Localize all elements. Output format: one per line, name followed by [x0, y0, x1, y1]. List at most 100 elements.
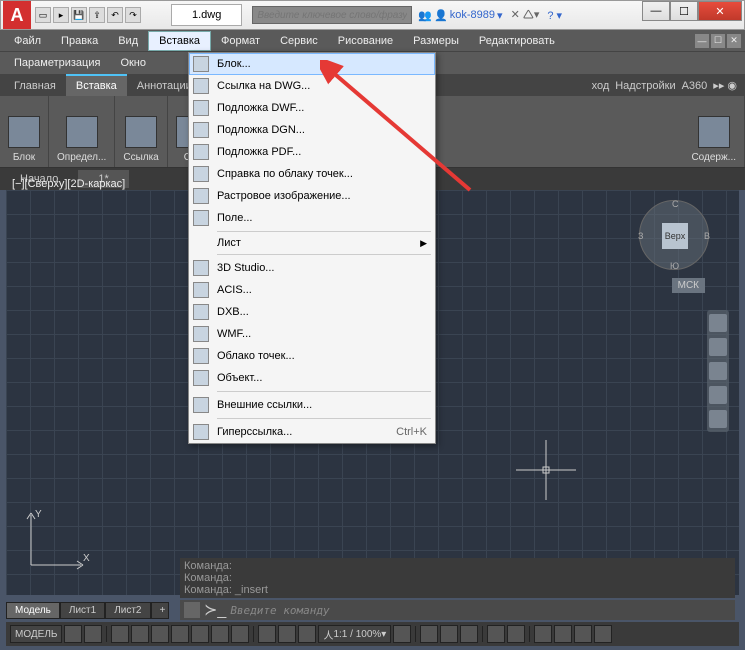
sb-lineweight-icon[interactable]	[258, 625, 276, 643]
sb-model-button[interactable]: МОДЕЛЬ	[10, 625, 62, 643]
sb-cycle-icon[interactable]	[298, 625, 316, 643]
viewcube-west[interactable]: З	[638, 231, 643, 241]
menu-item-block[interactable]: Блок...	[189, 53, 435, 75]
ribbon-panel-content[interactable]: Содерж...	[683, 96, 745, 167]
viewcube-east[interactable]: В	[704, 231, 710, 241]
menu-item-dxb[interactable]: DXB...	[189, 301, 435, 323]
sb-iso-icon[interactable]	[171, 625, 189, 643]
sb-lock-icon[interactable]	[507, 625, 525, 643]
sb-otrack-icon[interactable]	[231, 625, 249, 643]
ribbon-tab-insert[interactable]: Вставка	[66, 74, 127, 96]
doc-restore-icon[interactable]: ☐	[711, 34, 725, 48]
ribbon-panel-define[interactable]: Определ...	[49, 96, 115, 167]
menu-item-raster-image[interactable]: Растровое изображение...	[189, 185, 435, 207]
close-button[interactable]: ✕	[698, 1, 742, 21]
viewcube-top-face[interactable]: Верх	[662, 223, 688, 249]
doc-close-icon[interactable]: ✕	[727, 34, 741, 48]
menu-insert[interactable]: Вставка	[148, 31, 211, 51]
help-icon[interactable]: ? ▾	[547, 9, 562, 22]
sb-scale[interactable]: 人 1:1 / 100% ▾	[318, 625, 391, 643]
menu-dimensions[interactable]: Размеры	[403, 32, 469, 50]
menu-item-pdf-underlay[interactable]: Подложка PDF...	[189, 141, 435, 163]
ribbon-tab-home[interactable]: Главная	[4, 76, 66, 96]
viewcube[interactable]: Верх С Ю В З	[639, 200, 709, 270]
menu-modify[interactable]: Редактировать	[469, 32, 565, 50]
minimize-button[interactable]: —	[642, 1, 670, 21]
menu-item-pointcloud[interactable]: Облако точек...	[189, 345, 435, 367]
viewcube-coord-sys[interactable]: МСК	[672, 278, 705, 293]
menu-item-pointcloud-ref[interactable]: Справка по облаку точек...	[189, 163, 435, 185]
nav-wheel-icon[interactable]	[709, 314, 727, 332]
sb-clean-icon[interactable]	[574, 625, 592, 643]
sb-workspace-icon[interactable]	[420, 625, 438, 643]
qat-open-icon[interactable]: ▸	[53, 7, 69, 23]
menu-item-dwg-ref[interactable]: Ссылка на DWG...	[189, 75, 435, 97]
ribbon-panel-xref[interactable]: Ссылка	[115, 96, 167, 167]
menu-draw[interactable]: Рисование	[328, 32, 403, 50]
ribbon-tab-a360[interactable]: A360	[682, 80, 708, 92]
tab-layout2[interactable]: Лист2	[105, 602, 150, 619]
ribbon-panel-block[interactable]: Блок	[0, 96, 49, 167]
qat-save-icon[interactable]: 💾	[71, 7, 87, 23]
nav-orbit-icon[interactable]	[709, 386, 727, 404]
menu-item-object[interactable]: Объект...	[189, 367, 435, 389]
app-logo[interactable]: A	[3, 1, 31, 29]
menu-item-field[interactable]: Поле...	[189, 207, 435, 229]
ucs-icon[interactable]: X Y	[21, 505, 91, 575]
maximize-button[interactable]: ☐	[670, 1, 698, 21]
nav-zoom-icon[interactable]	[709, 362, 727, 380]
tab-add[interactable]: +	[151, 602, 169, 619]
sb-menu-icon[interactable]	[594, 625, 612, 643]
ribbon-partial-1[interactable]: ход	[592, 80, 610, 92]
viewport-label[interactable]: [−][Сверху][2D-каркас]	[12, 178, 125, 190]
menu-format[interactable]: Формат	[211, 32, 270, 50]
menu-item-wmf[interactable]: WMF...	[189, 323, 435, 345]
sb-units-icon[interactable]	[460, 625, 478, 643]
sb-gear-icon[interactable]	[393, 625, 411, 643]
sb-transparency-icon[interactable]	[278, 625, 296, 643]
qat-saveas-icon[interactable]: ⇪	[89, 7, 105, 23]
tab-model[interactable]: Модель	[6, 602, 60, 619]
menu-item-3dstudio[interactable]: 3D Studio...	[189, 257, 435, 279]
sb-grid-icon[interactable]	[64, 625, 82, 643]
viewcube-south[interactable]: Ю	[670, 261, 679, 271]
sb-polar-icon[interactable]	[151, 625, 169, 643]
menu-view[interactable]: Вид	[108, 32, 148, 50]
sb-3dosnap-icon[interactable]	[211, 625, 229, 643]
qat-redo-icon[interactable]: ↷	[125, 7, 141, 23]
sb-annotation-icon[interactable]	[440, 625, 458, 643]
sb-isolate-icon[interactable]	[554, 625, 572, 643]
menu-parametric[interactable]: Параметризация	[4, 54, 110, 72]
sb-snap-icon[interactable]	[84, 625, 102, 643]
tab-layout1[interactable]: Лист1	[60, 602, 105, 619]
search-input[interactable]	[252, 6, 412, 24]
menu-item-layout[interactable]: Лист▶	[189, 234, 435, 252]
exchange-icon[interactable]: ✕ 🛆▾	[511, 6, 540, 25]
ribbon-more-icon[interactable]: ▸▸ ◉	[713, 79, 737, 92]
qat-new-icon[interactable]: ▭	[35, 7, 51, 23]
sb-constraint-icon[interactable]	[111, 625, 129, 643]
nav-showmotion-icon[interactable]	[709, 410, 727, 428]
menu-service[interactable]: Сервис	[270, 32, 328, 50]
menu-edit[interactable]: Правка	[51, 32, 108, 50]
user-account[interactable]: 👥 👤 kok-8989 ▾	[418, 9, 502, 22]
ribbon-tab-addins[interactable]: Надстройки	[615, 80, 675, 92]
block-menu-icon	[193, 56, 209, 72]
menu-item-dwf-underlay[interactable]: Подложка DWF...	[189, 97, 435, 119]
doc-minimize-icon[interactable]: —	[695, 34, 709, 48]
sb-osnap-icon[interactable]	[191, 625, 209, 643]
pointcloud-icon	[193, 348, 209, 364]
sb-ortho-icon[interactable]	[131, 625, 149, 643]
menu-file[interactable]: Файл	[4, 32, 51, 50]
menu-window[interactable]: Окно	[110, 54, 156, 72]
nav-pan-icon[interactable]	[709, 338, 727, 356]
menu-item-acis[interactable]: ACIS...	[189, 279, 435, 301]
sb-hardware-icon[interactable]	[534, 625, 552, 643]
command-line[interactable]: ≻_ Введите команду	[180, 600, 735, 620]
menu-item-hyperlink[interactable]: Гиперссылка...Ctrl+K	[189, 421, 435, 443]
menu-item-external-refs[interactable]: Внешние ссылки...	[189, 394, 435, 416]
viewcube-north[interactable]: С	[672, 199, 679, 209]
menu-item-dgn-underlay[interactable]: Подложка DGN...	[189, 119, 435, 141]
qat-undo-icon[interactable]: ↶	[107, 7, 123, 23]
sb-quickprops-icon[interactable]	[487, 625, 505, 643]
